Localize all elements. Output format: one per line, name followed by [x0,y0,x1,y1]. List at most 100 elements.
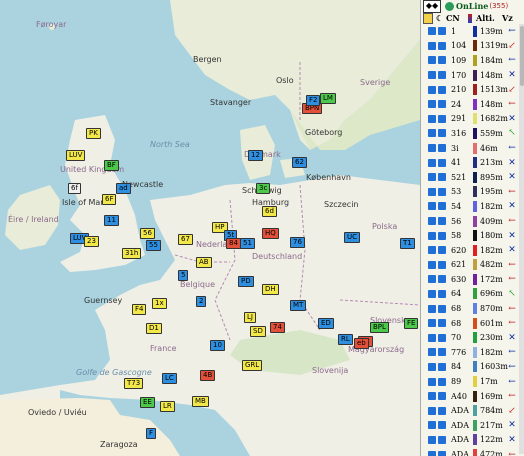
track-color-swatch[interactable] [473,54,477,66]
track-color-swatch[interactable] [473,157,477,169]
track-color-swatch[interactable] [473,346,477,358]
visible-checkbox[interactable] [428,450,436,456]
visible-checkbox[interactable] [428,421,436,430]
track-color-swatch[interactable] [473,449,477,456]
map-marker[interactable]: LC [162,373,177,384]
map-marker[interactable]: 84 [226,238,241,249]
map-marker[interactable]: MT [290,300,307,311]
track-checkbox[interactable] [438,114,446,123]
track-checkbox[interactable] [438,421,446,430]
track-checkbox[interactable] [438,129,446,138]
visible-checkbox[interactable] [428,392,436,401]
track-checkbox[interactable] [438,231,446,240]
track-color-swatch[interactable] [473,376,477,388]
track-color-swatch[interactable] [473,419,477,431]
map-marker[interactable]: 10 [210,340,225,351]
map-marker[interactable]: 6F [102,194,117,205]
track-checkbox[interactable] [438,289,446,298]
pilot-row[interactable]: 621 482m ← [421,258,524,273]
map-marker[interactable]: LR [160,401,175,412]
map-marker[interactable]: SD [250,326,266,337]
track-checkbox[interactable] [438,27,446,36]
map-marker[interactable]: 23 [84,236,99,247]
track-color-swatch[interactable] [473,40,477,52]
map-marker[interactable]: LJ [244,312,256,323]
track-color-swatch[interactable] [473,434,477,446]
map-marker[interactable]: 76 [290,237,305,248]
track-checkbox[interactable] [438,319,446,328]
visible-checkbox[interactable] [428,319,436,328]
track-color-swatch[interactable] [473,200,477,212]
map-marker[interactable]: T1 [400,238,415,249]
track-color-swatch[interactable] [473,244,477,256]
track-color-swatch[interactable] [473,230,477,242]
map-marker[interactable]: 56 [140,228,155,239]
pilot-row[interactable]: 776 182m ← [421,345,524,360]
track-checkbox[interactable] [438,158,446,167]
track-checkbox[interactable] [438,41,446,50]
track-checkbox[interactable] [438,217,446,226]
visible-checkbox[interactable] [428,144,436,153]
track-color-swatch[interactable] [473,186,477,198]
pilot-row[interactable]: 104 1319m ↙ [421,39,524,54]
map-marker[interactable]: PD [238,276,254,287]
visible-checkbox[interactable] [428,246,436,255]
track-checkbox[interactable] [438,450,446,456]
track-checkbox[interactable] [438,333,446,342]
visible-checkbox[interactable] [428,377,436,386]
map-marker[interactable]: F2 [306,95,321,106]
pilot-row[interactable]: 64 696m ↖ [421,287,524,302]
map-marker[interactable]: LM [320,93,336,104]
map-marker[interactable]: ad [116,183,131,194]
track-checkbox[interactable] [438,144,446,153]
track-checkbox[interactable] [438,71,446,80]
track-checkbox[interactable] [438,362,446,371]
map-marker[interactable]: 1x [152,298,167,309]
track-checkbox[interactable] [438,260,446,269]
track-checkbox[interactable] [438,246,446,255]
visible-checkbox[interactable] [428,71,436,80]
pilot-row[interactable]: 3i 46m ← [421,141,524,156]
map-marker[interactable]: 67 [178,234,193,245]
pilot-row[interactable]: 68 601m ← [421,316,524,331]
track-checkbox[interactable] [438,85,446,94]
visible-checkbox[interactable] [428,231,436,240]
track-color-swatch[interactable] [473,25,477,37]
visible-checkbox[interactable] [428,27,436,36]
visible-checkbox[interactable] [428,348,436,357]
pilot-row[interactable]: 316 559m ↖ [421,126,524,141]
track-checkbox[interactable] [438,304,446,313]
map-view[interactable]: Føroyar Sverige Bergen Oslo Stavanger Gö… [0,0,420,456]
map-marker[interactable]: F4 [132,304,147,315]
visible-checkbox[interactable] [428,129,436,138]
track-color-swatch[interactable] [473,127,477,139]
map-marker[interactable]: 6f [68,183,81,194]
toggle-switch-button[interactable]: ◆◆ [423,0,441,13]
map-marker[interactable]: PK [86,128,101,139]
map-marker[interactable]: AB [196,257,212,268]
track-color-swatch[interactable] [473,98,477,110]
map-marker[interactable]: T73 [124,378,144,389]
map-marker[interactable]: F [146,428,157,439]
pilot-row[interactable]: 24 148m ← [421,97,524,112]
visible-checkbox[interactable] [428,260,436,269]
visible-checkbox[interactable] [428,202,436,211]
pilot-row[interactable]: 1 139m ← [421,24,524,39]
visible-checkbox[interactable] [428,41,436,50]
pilot-row[interactable]: 170 148m ✕ [421,68,524,83]
track-color-swatch[interactable] [473,361,477,373]
map-marker[interactable]: ED [318,318,334,329]
visible-checkbox[interactable] [428,187,436,196]
visible-checkbox[interactable] [428,100,436,109]
map-marker[interactable]: 74 [270,322,285,333]
pilot-row[interactable]: 210 1513m ↙ [421,82,524,97]
map-marker[interactable]: 6d [262,206,277,217]
track-checkbox[interactable] [438,435,446,444]
visible-checkbox[interactable] [428,289,436,298]
track-checkbox[interactable] [438,275,446,284]
header-cn[interactable]: CN [446,13,468,23]
pilot-row[interactable]: 521 895m ✕ [421,170,524,185]
track-checkbox[interactable] [438,202,446,211]
map-marker[interactable]: 12 [248,150,263,161]
map-marker[interactable]: D1 [146,323,162,334]
